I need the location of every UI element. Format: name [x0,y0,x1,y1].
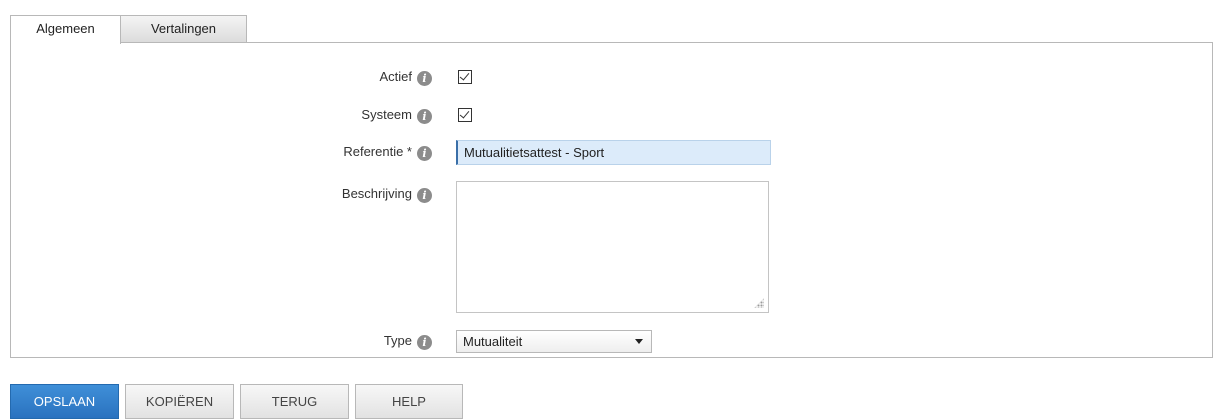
info-icon[interactable]: i [417,146,432,161]
actief-checkbox[interactable] [458,70,472,84]
info-icon[interactable]: i [417,335,432,350]
page: Algemeen Vertalingen Actief i Systeem i … [0,0,1223,419]
systeem-checkbox[interactable] [458,108,472,122]
systeem-label: Systeem [361,107,412,122]
tab-algemeen[interactable]: Algemeen [10,15,121,44]
beschrijving-textarea[interactable] [456,181,769,313]
copy-button[interactable]: KOPIËREN [125,384,234,419]
help-button[interactable]: HELP [355,384,463,419]
info-icon[interactable]: i [417,109,432,124]
beschrijving-label: Beschrijving [341,186,412,201]
type-select[interactable]: Mutualiteit [456,330,652,353]
referentie-input[interactable] [456,140,771,165]
type-label: Type [383,333,412,348]
check-icon [459,108,470,119]
tab-vertalingen[interactable]: Vertalingen [121,15,247,42]
referentie-label: Referentie * [343,144,412,159]
back-button[interactable]: TERUG [240,384,349,419]
chevron-down-icon [635,339,643,344]
type-select-value: Mutualiteit [463,334,523,349]
save-button[interactable]: OPSLAAN [10,384,119,419]
actief-label: Actief [379,69,412,84]
info-icon[interactable]: i [417,188,432,203]
check-icon [459,70,470,81]
info-icon[interactable]: i [417,71,432,86]
